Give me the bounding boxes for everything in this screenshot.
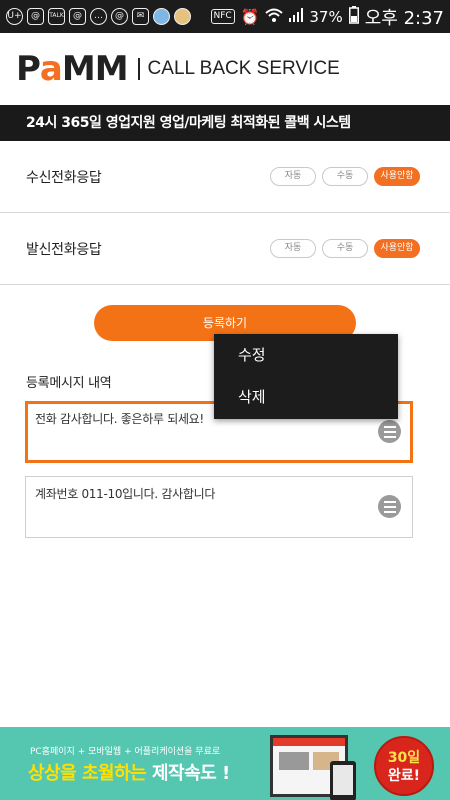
at-icon: @	[69, 8, 86, 25]
ad-headline: 상상을 초월하는 제작속도 !	[28, 763, 230, 784]
uplus-icon: U+	[6, 8, 23, 25]
incoming-call-options: 자동 수동 사용안함	[270, 167, 420, 186]
edit-menu-item[interactable]: 수정	[214, 334, 398, 376]
signal-icon	[289, 7, 304, 26]
at-icon: @	[111, 8, 128, 25]
outgoing-disabled-option[interactable]: 사용안함	[374, 239, 420, 258]
incoming-disabled-option[interactable]: 사용안함	[374, 167, 420, 186]
avatar-icon	[153, 8, 170, 25]
status-indicators: NFC ⏰ 37% 오후 2:37	[210, 4, 444, 30]
kakaotalk-icon: TALK	[48, 8, 65, 25]
context-menu: 수정 삭제	[214, 334, 398, 419]
chat-bubble-icon: …	[90, 8, 107, 25]
header-divider	[137, 58, 140, 80]
mail-icon: ✉	[132, 8, 149, 25]
outgoing-call-setting-row: 발신전화응답 자동 수동 사용안함	[0, 213, 450, 285]
outgoing-call-options: 자동 수동 사용안함	[270, 239, 420, 258]
pamm-logo: Pa MM	[16, 49, 129, 89]
message-card[interactable]: 계좌번호 011-10입니다. 감사합니다	[25, 476, 413, 538]
wifi-icon	[265, 8, 284, 26]
message-text: 전화 감사합니다. 좋은하루 되세요!	[35, 412, 204, 426]
ad-subtext: PC홈페이지 + 모바일웹 + 어플리케이션을 무료로	[30, 747, 221, 757]
notification-icons: U+ @ TALK @ … @ ✉	[6, 8, 191, 25]
outgoing-manual-option[interactable]: 수동	[322, 239, 368, 258]
outgoing-call-label: 발신전화응답	[26, 241, 102, 258]
clock: 오후 2:37	[364, 7, 444, 29]
alarm-icon: ⏰	[240, 7, 260, 26]
menu-icon[interactable]	[378, 420, 401, 443]
incoming-call-setting-row: 수신전화응답 자동 수동 사용안함	[0, 141, 450, 213]
incoming-call-label: 수신전화응답	[26, 169, 102, 186]
incoming-auto-option[interactable]: 자동	[270, 167, 316, 186]
avatar-icon	[174, 8, 191, 25]
outgoing-auto-option[interactable]: 자동	[270, 239, 316, 258]
incoming-manual-option[interactable]: 수동	[322, 167, 368, 186]
registered-messages-title: 등록메시지 내역	[26, 376, 112, 391]
at-icon: @	[27, 8, 44, 25]
tagline-banner: 24시 365일 영업지원 영업/마케팅 최적화된 콜백 시스템	[0, 105, 450, 141]
menu-icon[interactable]	[378, 495, 401, 518]
status-bar: U+ @ TALK @ … @ ✉ NFC ⏰ 37% 오후 2:37	[0, 0, 450, 33]
phone-illustration	[330, 761, 356, 800]
nfc-icon: NFC	[210, 9, 235, 24]
battery-icon	[348, 5, 359, 28]
app-header: Pa MM CALL BACK SERVICE	[0, 33, 450, 105]
delete-menu-item[interactable]: 삭제	[214, 376, 398, 418]
page-title: CALL BACK SERVICE	[147, 58, 340, 79]
thirty-day-badge: 30일 완료!	[374, 736, 434, 796]
message-text: 계좌번호 011-10입니다. 감사합니다	[35, 487, 216, 501]
battery-percent: 37%	[309, 7, 343, 26]
